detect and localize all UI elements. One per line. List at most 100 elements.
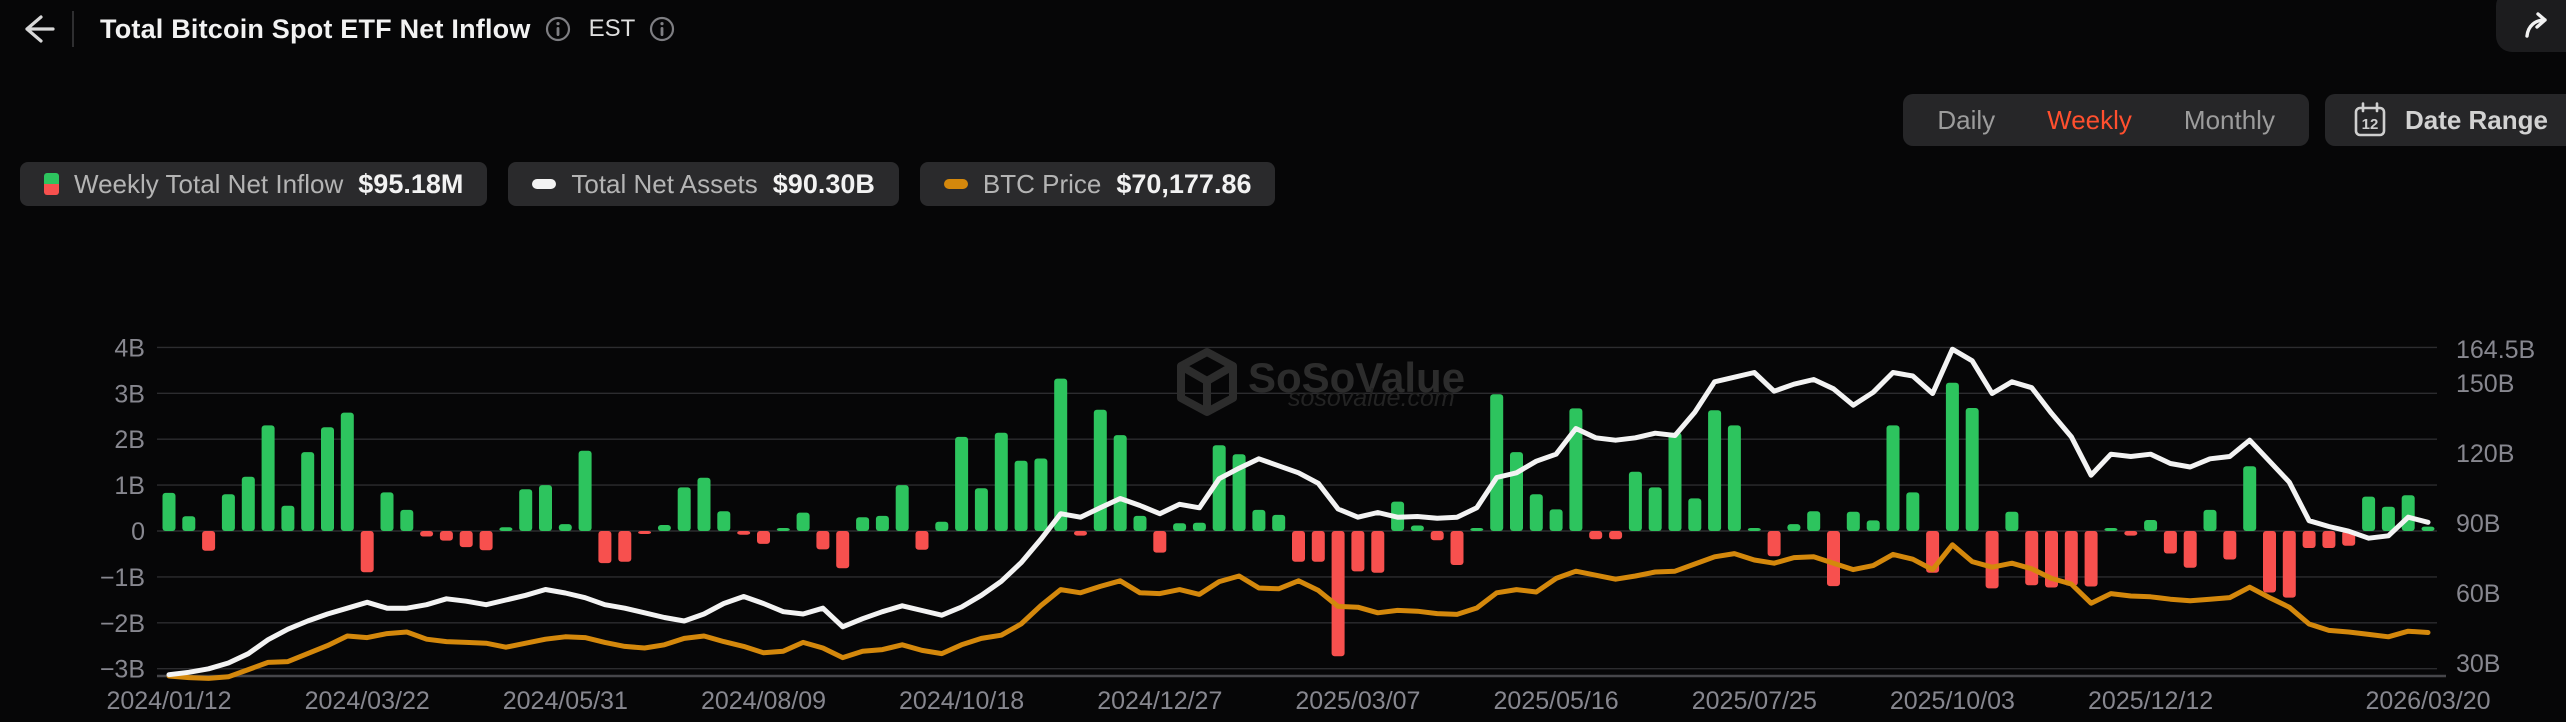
svg-text:120B: 120B: [2456, 440, 2514, 468]
inflow-bar: [1113, 435, 1127, 531]
date-range-button[interactable]: 12 Date Range: [2324, 94, 2566, 146]
legend-value: $70,177.86: [1116, 168, 1252, 199]
inflow-bar: [2203, 509, 2217, 531]
sosovalue-watermark: SoSoValuesosovalue.com: [1177, 348, 1465, 416]
outflow-bar: [459, 531, 473, 548]
outflow-bar: [1985, 531, 1999, 589]
inflow-bar: [1173, 523, 1187, 531]
svg-text:2024/01/12: 2024/01/12: [106, 687, 231, 715]
svg-text:2025/07/25: 2025/07/25: [1692, 687, 1817, 715]
outflow-bar: [2263, 531, 2276, 593]
inflow-bar: [340, 412, 354, 531]
legend-value: $95.18M: [358, 168, 464, 199]
inflow-bar: [400, 509, 414, 531]
inflow-bar: [2005, 511, 2019, 531]
legend-item-btc-price[interactable]: BTC Price $70,177.86: [919, 162, 1276, 206]
inflow-bar: [1945, 382, 1959, 531]
outflow-bar: [1311, 531, 1325, 562]
net-inflow-bars: [162, 378, 2435, 657]
tab-daily[interactable]: Daily: [1911, 94, 2021, 146]
inflow-bar: [697, 477, 711, 531]
outflow-bar: [618, 531, 632, 562]
svg-text:2025/05/16: 2025/05/16: [1494, 687, 1619, 715]
page-title: Total Bitcoin Spot ETF Net Inflow: [100, 13, 531, 44]
left-axis-labels: 4B 3B 2B 1B 0 −1B −2B −3B: [100, 334, 145, 683]
svg-text:2025/12/12: 2025/12/12: [2088, 687, 2213, 715]
inflow-bar: [1668, 432, 1682, 531]
inflow-bar: [935, 521, 949, 531]
back-button[interactable]: [14, 6, 60, 52]
legend-label: BTC Price: [982, 168, 1102, 199]
inflow-bar: [1272, 514, 1286, 531]
legend-item-net-inflow[interactable]: Weekly Total Net Inflow $95.18M: [20, 162, 488, 206]
inflow-bar: [856, 517, 870, 531]
outflow-bar: [479, 531, 493, 551]
outflow-bar: [737, 531, 751, 535]
inflow-bar: [1727, 425, 1741, 531]
inflow-bar: [261, 425, 275, 531]
back-arrow-icon: [25, 15, 55, 43]
timezone-info-icon[interactable]: [649, 16, 675, 42]
outflow-bar: [598, 531, 612, 564]
inflow-bar: [2362, 496, 2376, 531]
x-axis-labels: 2024/01/12 2024/03/22 2024/05/31 2024/08/09…: [106, 687, 2490, 715]
svg-text:2024/05/31: 2024/05/31: [503, 687, 628, 715]
inflow-bar: [1965, 408, 1979, 531]
svg-text:−2B: −2B: [100, 610, 145, 638]
title-info-icon[interactable]: [545, 16, 571, 42]
outflow-bar: [638, 531, 652, 534]
tab-monthly[interactable]: Monthly: [2158, 94, 2301, 146]
inflow-bar: [1866, 520, 1880, 531]
inflow-bar: [1906, 492, 1920, 531]
inflow-bar: [955, 436, 969, 531]
inflow-bar: [1708, 410, 1722, 531]
inflow-bar: [182, 516, 196, 531]
timezone-label: EST: [588, 15, 636, 42]
svg-text:−3B: −3B: [100, 656, 145, 684]
legend-label: Total Net Assets: [571, 168, 758, 199]
outflow-bar: [1589, 531, 1603, 540]
header-divider: [72, 11, 74, 47]
outflow-bar: [1767, 531, 1781, 557]
outflow-bar: [1609, 531, 1623, 540]
inflow-bar: [1014, 460, 1028, 531]
outflow-bar: [202, 531, 216, 551]
inflow-bar: [519, 489, 533, 531]
outflow-bar: [2183, 531, 2197, 568]
outflow-bar: [915, 531, 929, 550]
etf-dashboard-page: { "header": { "title": "Total Bitcoin Sp…: [0, 0, 2566, 722]
inflow-bar: [994, 432, 1008, 531]
inflow-bar: [1787, 524, 1801, 531]
inflow-bar: [380, 492, 394, 531]
watermark-domain: sosovalue.com: [1288, 384, 1455, 412]
inflow-bar: [578, 450, 592, 531]
inflow-bar: [2421, 526, 2435, 531]
svg-text:2025/10/03: 2025/10/03: [1890, 687, 2015, 715]
share-button[interactable]: [2496, 0, 2566, 52]
inflow-bar: [657, 525, 671, 531]
svg-text:2025/03/07: 2025/03/07: [1295, 687, 1420, 715]
outflow-bar: [420, 531, 434, 537]
svg-text:4B: 4B: [114, 334, 145, 362]
inflow-bar: [717, 511, 731, 531]
inflow-bar: [1648, 487, 1662, 531]
outflow-bar: [2282, 531, 2296, 598]
outflow-bar: [1450, 531, 1464, 565]
inflow-bar: [1807, 511, 1821, 531]
calendar-icon: 12: [2354, 102, 2386, 137]
outflow-bar: [2223, 531, 2237, 560]
inflow-bar: [1133, 515, 1147, 531]
svg-text:2024/12/27: 2024/12/27: [1097, 687, 1222, 715]
inflow-bar: [1688, 498, 1702, 531]
outflow-bar: [816, 531, 830, 550]
chart-controls: Daily Weekly Monthly 12 Date Range: [1903, 94, 2566, 146]
inflow-bar: [1034, 458, 1048, 531]
tab-weekly[interactable]: Weekly: [2021, 94, 2158, 146]
legend-item-net-assets[interactable]: Total Net Assets $90.30B: [508, 162, 899, 206]
inflow-bar: [162, 492, 176, 531]
inflow-bar: [796, 512, 810, 531]
inflow-bar: [776, 528, 790, 531]
outflow-bar: [1351, 531, 1365, 572]
inflow-bar: [1846, 511, 1860, 531]
inflow-bar: [2401, 495, 2415, 531]
